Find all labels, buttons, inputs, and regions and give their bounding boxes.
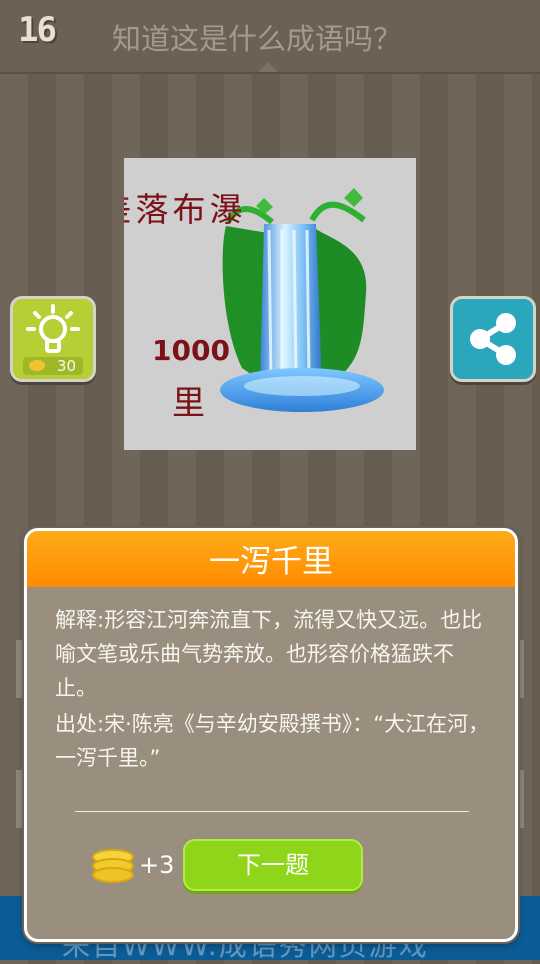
source-text: 宋·陈亮《与辛幼安殿撰书》：“大江在河，一泻千里。” [55,712,490,770]
puzzle-char-4: 差 [124,192,132,225]
question-title: 知道这是什么成语吗？ [112,22,403,56]
puzzle-text: 瀑 布 落 差 [124,192,243,225]
puzzle-image: 瀑 布 落 差 1000 里 [124,158,416,450]
reward-text: +3 [139,851,175,879]
explanation-label: 解释: [55,608,105,632]
top-bar: 16 知道这是什么成语吗？ [0,0,540,74]
explanation-text: 形容江河奔流直下，流得又快又远。也比喻文笔或乐曲气势奔放。也形容价格猛跌不止。 [55,608,483,700]
puzzle-unit: 里 [172,383,205,422]
answer-modal: 一泻千里 解释:形容江河奔流直下，流得又快又远。也比喻文笔或乐曲气势奔放。也形容… [24,528,518,942]
hint-cost-badge: 30 [23,357,83,375]
puzzle-char-1: 瀑 [204,192,243,225]
coin-icon [29,360,45,371]
modal-title: 一泻千里 [27,531,515,587]
header-notch [258,62,278,72]
puzzle-char-3: 落 [130,192,169,225]
explanation-block: 解释:形容江河奔流直下，流得又快又远。也比喻文笔或乐曲气势奔放。也形容价格猛跌不… [55,603,495,705]
level-number: 16 [18,10,57,50]
puzzle-number: 1000 [152,334,230,367]
puzzle-char-2: 布 [167,192,206,225]
source-block: 出处:宋·陈亮《与辛幼安殿撰书》：“大江在河，一泻千里。” [55,707,495,775]
hint-cost-value: 30 [56,357,76,375]
hint-button[interactable]: 30 [10,296,96,382]
share-button[interactable] [450,296,536,382]
modal-divider [75,811,469,812]
source-label: 出处: [55,712,105,736]
coin-pile-icon [89,849,137,885]
next-question-button[interactable]: 下一题 [183,839,363,891]
share-icon [470,313,516,365]
